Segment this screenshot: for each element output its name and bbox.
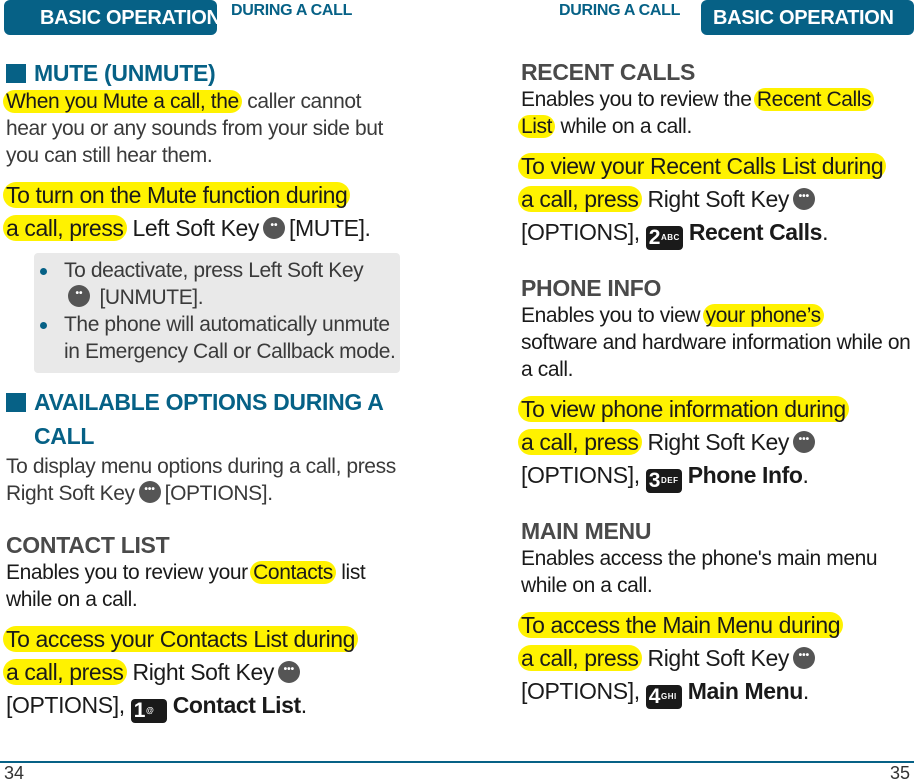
right-soft-key-icon xyxy=(792,431,815,453)
bullet-icon xyxy=(40,322,47,329)
highlight: a call, press xyxy=(518,429,642,455)
main-menu-instruction: To access the Main Menu during a call, pr… xyxy=(518,609,911,709)
page-35: DURING A CALL BASIC OPERATION RECENT CAL… xyxy=(457,0,914,782)
footer-divider xyxy=(0,761,914,763)
recent-calls-description: Enables you to review the Recent Calls Li… xyxy=(518,86,911,140)
right-soft-key-icon xyxy=(792,188,815,210)
bullet-icon xyxy=(40,268,47,275)
highlight: Recent Calls xyxy=(753,88,875,111)
mute-heading: MUTE (UNMUTE) xyxy=(6,58,406,88)
highlight: To view phone information during xyxy=(518,396,849,422)
phone-info-instruction: To view phone information during a call, … xyxy=(518,393,911,493)
key-3-icon: 3DEF xyxy=(645,469,682,493)
sub-section-tab: DURING A CALL xyxy=(559,2,681,19)
key-1-icon: 1@ xyxy=(130,699,167,723)
highlight: a call, press xyxy=(3,659,127,685)
options-heading: AVAILABLE OPTIONS DURING A CALL xyxy=(6,385,406,453)
recent-calls-heading: RECENT CALLS xyxy=(521,59,696,85)
options-description: To display menu options during a call, p… xyxy=(6,453,406,507)
note-item: To deactivate, press Left Soft Key [UNMU… xyxy=(40,257,400,311)
left-soft-key-icon xyxy=(263,217,286,239)
main-menu-description: Enables access the phone's main menu whi… xyxy=(521,547,878,597)
key-4-icon: 4GHI xyxy=(645,685,682,709)
highlight: Contacts xyxy=(250,561,336,584)
highlight: your phone’s xyxy=(702,304,824,327)
page-34: BASIC OPERATION DURING A CALL MUTE (UNMU… xyxy=(0,0,457,782)
highlight: a call, press xyxy=(518,645,642,671)
left-content: MUTE (UNMUTE) When you Mute a call, the … xyxy=(3,58,406,723)
page-number: 35 xyxy=(889,763,910,783)
main-menu-heading: MAIN MENU xyxy=(521,518,652,544)
section-tab: BASIC OPERATION xyxy=(4,0,221,35)
highlight: To access your Contacts List during xyxy=(3,626,359,652)
right-soft-key-icon xyxy=(792,647,815,669)
highlight: When you Mute a call, the xyxy=(3,90,242,113)
right-soft-key-icon xyxy=(277,661,300,683)
phone-info-heading: PHONE INFO xyxy=(521,275,662,301)
highlight: To turn on the Mute function during xyxy=(3,182,351,208)
page-number: 34 xyxy=(4,763,25,783)
mute-instruction: To turn on the Mute function during a cal… xyxy=(3,179,406,245)
highlight: List xyxy=(518,115,556,138)
mute-description: When you Mute a call, the caller cannot … xyxy=(3,88,406,169)
right-soft-key-icon xyxy=(138,481,161,503)
contact-list-instruction: To access your Contacts List during a cal… xyxy=(3,623,406,723)
note-box: To deactivate, press Left Soft Key [UNMU… xyxy=(34,253,400,373)
key-2-icon: 2ABC xyxy=(645,226,683,250)
right-content: RECENT CALLS Enables you to review the R… xyxy=(518,58,911,709)
highlight: To access the Main Menu during xyxy=(518,612,844,638)
highlight: a call, press xyxy=(3,215,127,241)
phone-info-description: Enables you to view your phone’s software… xyxy=(521,304,911,381)
square-bullet-icon xyxy=(6,64,26,83)
section-tab: BASIC OPERATION xyxy=(701,0,914,35)
highlight: a call, press xyxy=(518,186,642,212)
sub-section-tab: DURING A CALL xyxy=(231,2,353,19)
contact-list-description: Enables you to review your Contacts list… xyxy=(6,561,366,611)
note-item: The phone will automatically unmute in E… xyxy=(40,311,400,365)
recent-calls-instruction: To view your Recent Calls List during a c… xyxy=(518,150,911,250)
contact-list-heading: CONTACT LIST xyxy=(6,532,170,558)
highlight: To view your Recent Calls List during xyxy=(518,153,887,179)
left-soft-key-icon xyxy=(68,285,90,307)
square-bullet-icon xyxy=(6,393,26,412)
